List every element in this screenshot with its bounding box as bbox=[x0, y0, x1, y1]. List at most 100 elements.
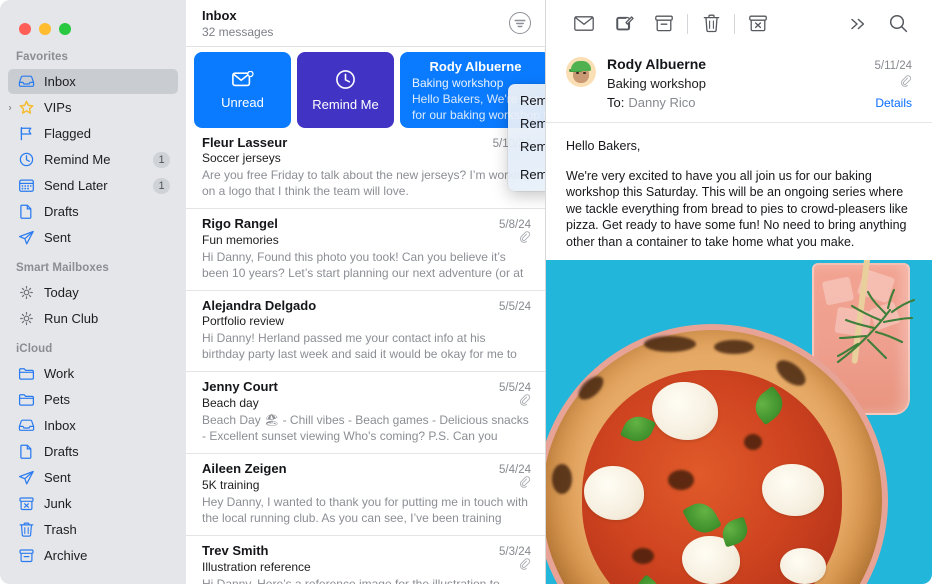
message-preview: Hi Danny, Found this photo you took! Can… bbox=[202, 250, 524, 280]
sidebar-item-archive[interactable]: Archive bbox=[8, 543, 178, 568]
swipe-action-remind-me[interactable]: Remind Me bbox=[297, 52, 394, 128]
mark-unread-icon[interactable] bbox=[564, 9, 604, 39]
document-icon bbox=[17, 444, 36, 460]
close-button[interactable] bbox=[19, 22, 31, 35]
message-date: 5/5/24 bbox=[499, 301, 531, 313]
sidebar-item-label: VIPs bbox=[44, 100, 72, 115]
sidebar-item-vips[interactable]: › VIPs bbox=[8, 95, 178, 120]
clock-icon bbox=[17, 152, 36, 168]
sidebar-item-sent[interactable]: Sent bbox=[8, 465, 178, 490]
sidebar-item-label: Trash bbox=[44, 522, 77, 537]
message-date: 5/4/24 bbox=[499, 464, 531, 476]
message-list-item[interactable]: Rigo Rangel 5/8/24 Fun memories Hi Danny, F… bbox=[186, 209, 545, 291]
swipe-action-unread-label: Unread bbox=[221, 94, 264, 110]
attachment-icon bbox=[519, 394, 531, 412]
paper-plane-icon bbox=[17, 470, 36, 486]
message-preview: Hi Danny, Here’s a reference image for t… bbox=[202, 577, 500, 584]
clock-icon bbox=[336, 69, 355, 89]
message-list-item[interactable]: Aileen Zeigen 5/4/24 5K training Hey Danny,… bbox=[186, 454, 545, 536]
sidebar-item-badge: 1 bbox=[153, 177, 170, 194]
trash-icon[interactable] bbox=[691, 9, 731, 39]
reader-toolbar bbox=[546, 0, 932, 47]
sidebar-item-remind-me[interactable]: Remind Me 1 bbox=[8, 147, 178, 172]
search-icon[interactable] bbox=[878, 9, 918, 39]
message-subject: Baking workshop bbox=[607, 76, 706, 91]
message-preview: Beach Day 🏖 - Chill vibes - Beach games … bbox=[202, 413, 529, 443]
attachment-icon bbox=[519, 558, 531, 576]
sidebar-item-label: Junk bbox=[44, 496, 72, 511]
message-sender: Jenny Court bbox=[202, 379, 278, 394]
message-subject: Illustration reference bbox=[202, 559, 311, 574]
message-list-item[interactable]: Alejandra Delgado 5/5/24 Portfolio review H… bbox=[186, 291, 545, 372]
sidebar-item-sent[interactable]: Sent bbox=[8, 225, 178, 250]
swipe-action-unread[interactable]: Unread bbox=[194, 52, 291, 128]
message-list-item[interactable]: Jenny Court 5/5/24 Beach day Beach Day 🏖 - … bbox=[186, 372, 545, 454]
sidebar-item-label: Today bbox=[44, 285, 79, 300]
mail-window: Favorites Inbox › VIPs Flagged Remind Me 1 Send… bbox=[0, 0, 932, 584]
sidebar-item-label: Drafts bbox=[44, 204, 79, 219]
message-subject: Portfolio review bbox=[202, 314, 285, 328]
message-date: 5/3/24 bbox=[499, 546, 531, 558]
sidebar: Favorites Inbox › VIPs Flagged Remind Me 1 Send… bbox=[0, 0, 186, 584]
message-subject: Fun memories bbox=[202, 232, 279, 247]
flag-icon bbox=[17, 126, 36, 142]
message-body-paragraph: We're very excited to have you all join … bbox=[566, 168, 908, 249]
sidebar-item-send-later[interactable]: Send Later 1 bbox=[8, 173, 178, 198]
inbox-icon bbox=[17, 418, 36, 434]
sidebar-item-work[interactable]: Work bbox=[8, 361, 178, 386]
sidebar-item-inbox[interactable]: Inbox bbox=[8, 69, 178, 94]
sidebar-item-inbox[interactable]: Inbox bbox=[8, 413, 178, 438]
remind-me-context-menu[interactable]: Remind Me in 1 HourRemind Me TonightRemi… bbox=[508, 84, 545, 191]
message-list-item[interactable]: Trev Smith 5/3/24 Illustration reference Hi… bbox=[186, 536, 545, 584]
archive-icon[interactable] bbox=[644, 9, 684, 39]
message-sender: Rigo Rangel bbox=[202, 216, 278, 231]
gear-icon bbox=[17, 285, 36, 301]
more-icon[interactable] bbox=[838, 9, 878, 39]
sidebar-item-drafts[interactable]: Drafts bbox=[8, 439, 178, 464]
message-sender: Fleur Lasseur bbox=[202, 135, 288, 150]
message-list-pane: Inbox 32 messages Unread Remind Me Rody … bbox=[186, 0, 546, 584]
message-body-paragraph: Hello Bakers, bbox=[566, 139, 641, 153]
message-sender: Alejandra Delgado bbox=[202, 298, 317, 313]
context-menu-item[interactable]: Remind Me Tonight bbox=[508, 112, 545, 135]
zoom-button[interactable] bbox=[59, 22, 71, 35]
sidebar-section-header: Smart Mailboxes bbox=[16, 262, 109, 274]
archive-icon bbox=[17, 548, 36, 564]
swipe-action-remind-me-label: Remind Me bbox=[312, 96, 379, 112]
sidebar-item-junk[interactable]: Junk bbox=[8, 491, 178, 516]
filter-icon[interactable] bbox=[509, 12, 531, 34]
unread-envelope-icon bbox=[231, 70, 254, 86]
message-date: 5/8/24 bbox=[499, 219, 531, 231]
message-list-item[interactable]: Fleur Lasseur5/10/24Soccer jerseysAre yo… bbox=[186, 128, 545, 209]
message-photo-attachment[interactable] bbox=[546, 260, 932, 584]
sidebar-item-badge: 1 bbox=[153, 151, 170, 168]
chevron-right-icon[interactable]: › bbox=[4, 102, 16, 113]
selected-message-sender: Rody Albuerne bbox=[429, 59, 522, 74]
context-menu-item[interactable]: Remind Me Tomorrow bbox=[508, 135, 545, 158]
details-link[interactable]: Details bbox=[875, 96, 912, 110]
sidebar-item-drafts[interactable]: Drafts bbox=[8, 199, 178, 224]
junk-icon[interactable] bbox=[738, 9, 778, 39]
folder-icon bbox=[17, 366, 36, 382]
paper-plane-icon bbox=[17, 230, 36, 246]
compose-icon[interactable] bbox=[604, 9, 644, 39]
window-controls bbox=[0, 0, 186, 40]
message-date: 5/5/24 bbox=[499, 382, 531, 394]
sidebar-item-flagged[interactable]: Flagged bbox=[8, 121, 178, 146]
to-label: To: bbox=[607, 95, 625, 110]
message-sender: Aileen Zeigen bbox=[202, 461, 287, 476]
context-menu-item[interactable]: Remind Me Later… bbox=[508, 163, 545, 186]
message-subject: Beach day bbox=[202, 395, 259, 410]
sidebar-item-today[interactable]: Today bbox=[8, 280, 178, 305]
context-menu-item[interactable]: Remind Me in 1 Hour bbox=[508, 89, 545, 112]
sidebar-item-trash[interactable]: Trash bbox=[8, 517, 178, 542]
attachment-icon bbox=[519, 476, 531, 494]
message-list-header: Inbox 32 messages bbox=[186, 0, 545, 47]
sidebar-item-pets[interactable]: Pets bbox=[8, 387, 178, 412]
minimize-button[interactable] bbox=[39, 22, 51, 35]
message-subject: Soccer jerseys bbox=[202, 151, 281, 165]
document-icon bbox=[17, 204, 36, 220]
sidebar-item-run-club[interactable]: Run Club bbox=[8, 306, 178, 331]
reader-pane: Rody Albuerne 5/11/24 Baking workshop To… bbox=[546, 0, 932, 584]
message-sender: Trev Smith bbox=[202, 543, 269, 558]
